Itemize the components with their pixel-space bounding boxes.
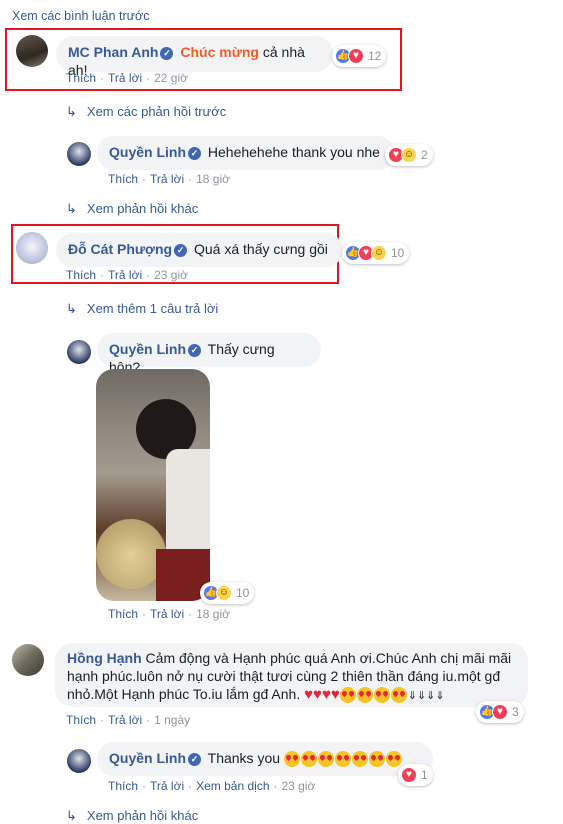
view-other-replies-label: Xem phản hồi khác	[86, 808, 199, 823]
like-link[interactable]: Thích	[108, 779, 138, 793]
view-previous-replies-label: Xem các phản hồi trước	[86, 104, 227, 119]
attached-photo[interactable]	[96, 369, 210, 601]
replier-name[interactable]: Quyền Linh	[109, 750, 186, 766]
haha-reaction-icon: ☺	[216, 585, 232, 601]
reply-arrow-icon: ↳	[66, 301, 77, 316]
emoji-string	[283, 750, 403, 768]
reaction-summary[interactable]: ♥ 1	[398, 764, 433, 786]
reply-link[interactable]: Trả lời	[108, 713, 142, 727]
verified-badge-icon: ✓	[174, 243, 188, 257]
reply-link[interactable]: Trả lời	[108, 71, 142, 85]
avatar[interactable]	[12, 644, 44, 676]
reply-text: Thanks you	[207, 750, 281, 766]
reaction-count: 2	[421, 148, 428, 162]
reply-actions: Thích · Trả lời · 18 giờ	[108, 607, 230, 621]
like-link[interactable]: Thích	[108, 607, 138, 621]
timestamp[interactable]: 18 giờ	[196, 607, 230, 621]
like-link[interactable]: Thích	[108, 172, 138, 186]
reaction-count: 10	[391, 246, 405, 260]
avatar[interactable]	[67, 340, 91, 364]
reply-text: Hehehehehe thank you nhe	[207, 144, 380, 160]
reply-arrow-icon: ↳	[66, 104, 77, 119]
reply-link[interactable]: Trả lời	[150, 172, 184, 186]
timestamp[interactable]: 1 ngày	[154, 713, 190, 727]
view-other-replies-link[interactable]: ↳ Xem phản hồi khác	[66, 201, 198, 217]
comment-actions: Thích · Trả lời · 23 giờ	[66, 268, 188, 282]
avatar[interactable]	[67, 749, 91, 773]
comment-bubble: MC Phan Anh ✓ Chúc mừng cả nhà ah!	[56, 36, 333, 78]
reaction-summary[interactable]: 👍 ♥ 12	[332, 45, 387, 67]
reaction-summary[interactable]: 👍 ♥ 3	[476, 701, 524, 723]
replier-name[interactable]: Quyền Linh	[109, 144, 186, 160]
reply-bubble: Quyền Linh ✓ Thấy cưng hôn?	[97, 333, 321, 375]
reply-link[interactable]: Trả lời	[150, 607, 184, 621]
verified-badge-icon: ✓	[160, 46, 174, 60]
reply-actions: Thích · Trả lời · 18 giờ	[108, 172, 230, 186]
verified-badge-icon: ✓	[188, 343, 201, 357]
verified-badge-icon: ✓	[188, 752, 201, 766]
reaction-summary[interactable]: 👍 ☺ 10	[200, 582, 255, 604]
view-previous-comments-link[interactable]: Xem các bình luận trước	[12, 9, 149, 23]
reply-bubble: Quyền Linh ✓ Hehehehehe thank you nhe	[97, 136, 395, 170]
reaction-summary[interactable]: ♥ ☺ 2	[385, 144, 433, 166]
timestamp[interactable]: 22 giờ	[154, 71, 188, 85]
comment-bubble: Hồng Hạnh Cảm động và Hạnh phúc quá Anh …	[55, 643, 528, 707]
commenter-name[interactable]: Hồng Hạnh	[67, 650, 142, 666]
comment-bubble: Đỗ Cát Phượng ✓ Quá xá thấy cưng gồi	[56, 233, 343, 267]
avatar[interactable]	[16, 35, 48, 67]
reaction-count: 10	[236, 586, 250, 600]
love-reaction-icon: ♥	[401, 767, 417, 783]
reply-link[interactable]: Trả lời	[108, 268, 142, 282]
reply-arrow-icon: ↳	[66, 201, 77, 216]
see-translation-link[interactable]: Xem bản dịch	[196, 779, 269, 793]
reply-actions: Thích · Trả lời · Xem bản dịch · 23 giờ	[108, 779, 316, 793]
avatar[interactable]	[16, 232, 48, 264]
comment-text: Quá xá thấy cưng gồi	[193, 241, 328, 257]
view-more-replies-label: Xem thêm 1 câu trả lời	[86, 301, 219, 316]
like-link[interactable]: Thích	[66, 71, 96, 85]
replier-name[interactable]: Quyền Linh	[109, 341, 186, 357]
reaction-summary[interactable]: 👍 ♥ ☺ 10	[342, 242, 410, 264]
haha-reaction-icon: ☺	[401, 147, 417, 163]
reaction-count: 12	[368, 49, 382, 63]
avatar[interactable]	[67, 142, 91, 166]
reply-link[interactable]: Trả lời	[150, 779, 184, 793]
reply-bubble: Quyền Linh ✓ Thanks you	[97, 742, 433, 776]
comment-actions: Thích · Trả lời · 1 ngày	[66, 713, 191, 727]
reaction-count: 3	[512, 705, 519, 719]
verified-badge-icon: ✓	[188, 146, 201, 160]
comment-highlight-text: Chúc mừng	[180, 44, 259, 60]
comment-actions: Thích · Trả lời · 22 giờ	[66, 71, 188, 85]
emoji-string: ♥♥♥♥ ⇓⇓⇓⇓	[304, 686, 445, 704]
reply-arrow-icon: ↳	[66, 808, 77, 823]
view-more-replies-link[interactable]: ↳ Xem thêm 1 câu trả lời	[66, 301, 218, 317]
view-other-replies-link[interactable]: ↳ Xem phản hồi khác	[66, 808, 198, 824]
like-link[interactable]: Thích	[66, 713, 96, 727]
view-other-replies-label: Xem phản hồi khác	[86, 201, 199, 216]
love-reaction-icon: ♥	[348, 48, 364, 64]
haha-reaction-icon: ☺	[371, 245, 387, 261]
view-previous-replies-link[interactable]: ↳ Xem các phản hồi trước	[66, 104, 226, 120]
commenter-name[interactable]: MC Phan Anh	[68, 44, 158, 60]
love-reaction-icon: ♥	[492, 704, 508, 720]
reaction-count: 1	[421, 768, 428, 782]
timestamp[interactable]: 23 giờ	[154, 268, 188, 282]
commenter-name[interactable]: Đỗ Cát Phượng	[68, 241, 172, 257]
like-link[interactable]: Thích	[66, 268, 96, 282]
timestamp[interactable]: 18 giờ	[196, 172, 230, 186]
timestamp[interactable]: 23 giờ	[282, 779, 316, 793]
